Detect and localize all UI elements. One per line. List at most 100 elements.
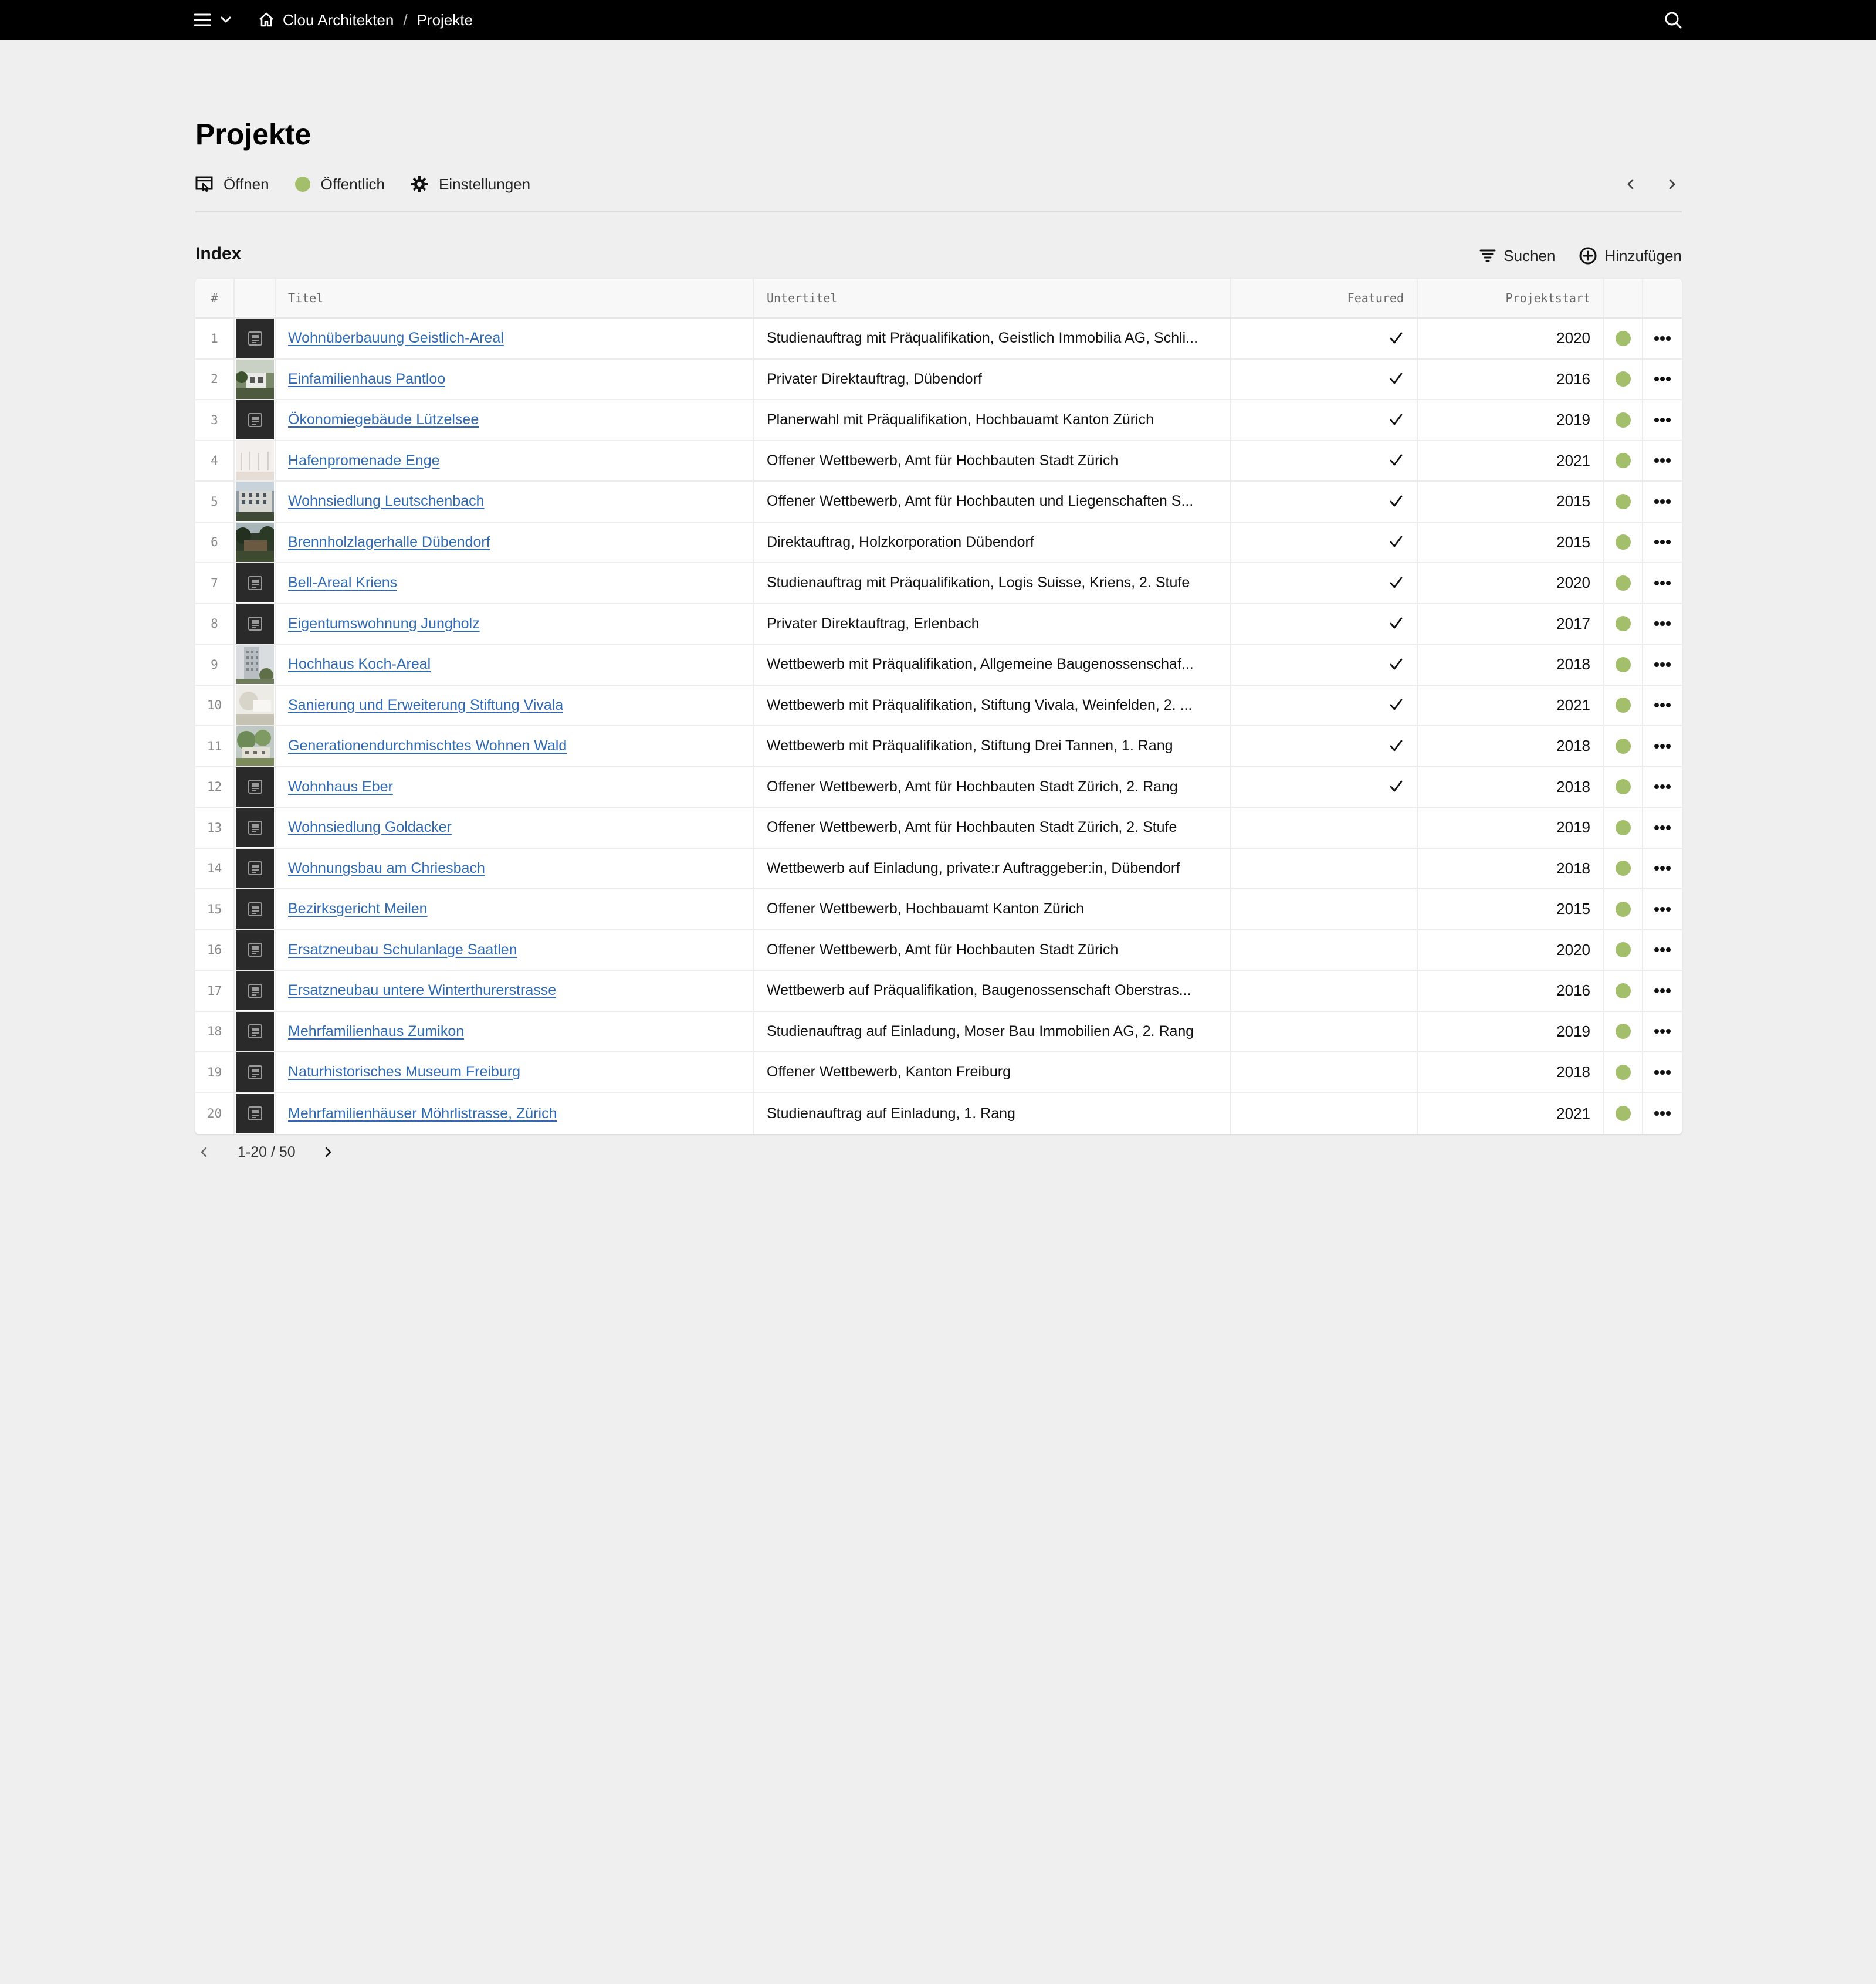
table-row[interactable]: 9 Hochhaus Koch-Areal Wettbewerb mit Präqu… [195, 645, 1682, 686]
row-title-link[interactable]: Ersatzneubau untere Winterthurerstrasse [288, 982, 556, 999]
row-thumbnail-cell[interactable] [235, 1093, 276, 1134]
add-button[interactable]: Hinzufügen [1579, 246, 1682, 265]
row-more-button[interactable] [1643, 319, 1682, 358]
row-title-link[interactable]: Wohnhaus Eber [288, 778, 393, 795]
pagination-next-button[interactable] [319, 1145, 337, 1159]
row-thumbnail-cell[interactable] [235, 848, 276, 888]
row-title-link[interactable]: Generationendurchmischtes Wohnen Wald [288, 737, 567, 754]
row-thumbnail-cell[interactable] [235, 482, 276, 522]
row-thumbnail-cell[interactable] [235, 1052, 276, 1092]
row-thumbnail-cell[interactable] [235, 726, 276, 766]
table-row[interactable]: 6 Brennholzlagerhalle Dübendorf Direktauft… [195, 522, 1682, 563]
row-more-button[interactable] [1643, 930, 1682, 970]
table-row[interactable]: 7 Bell-Areal Kriens Studienauftrag mit Prä… [195, 563, 1682, 604]
row-status[interactable] [1604, 930, 1643, 970]
row-more-button[interactable] [1643, 889, 1682, 929]
row-title-link[interactable]: Wohnsiedlung Leutschenbach [288, 493, 485, 510]
row-featured[interactable] [1231, 1093, 1418, 1134]
row-featured[interactable] [1231, 1052, 1418, 1092]
table-row[interactable]: 16 Ersatzneubau Schulanlage Saatlen Offene… [195, 930, 1682, 971]
row-status[interactable] [1604, 848, 1643, 888]
row-featured[interactable] [1231, 645, 1418, 685]
row-more-button[interactable] [1643, 1093, 1682, 1135]
row-title-link[interactable]: Mehrfamilienhaus Zumikon [288, 1023, 464, 1040]
row-featured[interactable] [1231, 400, 1418, 440]
table-row[interactable]: 2 Einfamilienhaus Pantloo Privater Direkta… [195, 359, 1682, 400]
row-status[interactable] [1604, 563, 1643, 603]
row-featured[interactable] [1231, 563, 1418, 603]
row-more-button[interactable] [1643, 604, 1682, 644]
row-status[interactable] [1604, 726, 1643, 766]
settings-button[interactable]: Einstellungen [411, 175, 530, 194]
row-more-button[interactable] [1643, 441, 1682, 481]
row-more-button[interactable] [1643, 808, 1682, 848]
row-more-button[interactable] [1643, 1012, 1682, 1052]
row-thumbnail-cell[interactable] [235, 685, 276, 725]
table-row[interactable]: 17 Ersatzneubau untere Winterthurerstrass… [195, 971, 1682, 1012]
row-title-link[interactable]: Hafenpromenade Enge [288, 452, 440, 469]
row-title-link[interactable]: Sanierung und Erweiterung Stiftung Vival… [288, 697, 563, 714]
row-status[interactable] [1604, 889, 1643, 929]
row-more-button[interactable] [1643, 360, 1682, 399]
row-status[interactable] [1604, 522, 1643, 562]
row-title-link[interactable]: Mehrfamilienhäuser Möhrlistrasse, Zürich [288, 1105, 557, 1122]
row-status[interactable] [1604, 1093, 1643, 1134]
row-featured[interactable] [1231, 359, 1418, 399]
row-featured[interactable] [1231, 441, 1418, 480]
row-title-link[interactable]: Bezirksgericht Meilen [288, 900, 428, 917]
row-more-button[interactable] [1643, 686, 1682, 726]
row-title-link[interactable]: Ökonomiegebäude Lützelsee [288, 411, 479, 428]
row-status[interactable] [1604, 319, 1643, 358]
table-row[interactable]: 14 Wohnungsbau am Chriesbach Wettbewerb au… [195, 848, 1682, 889]
search-button[interactable] [1664, 0, 1682, 40]
breadcrumb-current[interactable]: Projekte [417, 11, 473, 29]
row-thumbnail-cell[interactable] [235, 400, 276, 440]
row-more-button[interactable] [1643, 523, 1682, 563]
row-thumbnail-cell[interactable] [235, 930, 276, 970]
row-status[interactable] [1604, 685, 1643, 725]
row-featured[interactable] [1231, 767, 1418, 807]
table-row[interactable]: 18 Mehrfamilienhaus Zumikon Studienauftrag… [195, 1011, 1682, 1052]
row-title-link[interactable]: Wohnungsbau am Chriesbach [288, 860, 485, 877]
row-featured[interactable] [1231, 685, 1418, 725]
menu-toggle[interactable] [194, 0, 232, 40]
table-row[interactable]: 3 Ökonomiegebäude Lützelsee Planerwahl mit… [195, 400, 1682, 441]
row-title-link[interactable]: Einfamilienhaus Pantloo [288, 371, 445, 388]
row-featured[interactable] [1231, 808, 1418, 848]
prev-page-button[interactable] [1623, 170, 1639, 198]
row-thumbnail-cell[interactable] [235, 441, 276, 480]
row-status[interactable] [1604, 808, 1643, 848]
row-thumbnail-cell[interactable] [235, 971, 276, 1011]
row-thumbnail-cell[interactable] [235, 767, 276, 807]
row-title-link[interactable]: Eigentumswohnung Jungholz [288, 615, 480, 632]
row-title-link[interactable]: Wohnsiedlung Goldacker [288, 819, 452, 836]
row-thumbnail-cell[interactable] [235, 522, 276, 562]
table-row[interactable]: 15 Bezirksgericht Meilen Offener Wettbewer… [195, 889, 1682, 930]
row-thumbnail-cell[interactable] [235, 604, 276, 644]
table-row[interactable]: 4 Hafenpromenade Enge Offener Wettbewerb, … [195, 441, 1682, 482]
row-featured[interactable] [1231, 1011, 1418, 1051]
row-title-link[interactable]: Ersatzneubau Schulanlage Saatlen [288, 942, 517, 959]
row-more-button[interactable] [1643, 563, 1682, 603]
row-more-button[interactable] [1643, 726, 1682, 766]
table-row[interactable]: 5 Wohnsiedlung Leutschenbach Offener Wettb… [195, 482, 1682, 523]
row-featured[interactable] [1231, 726, 1418, 766]
row-status[interactable] [1604, 441, 1643, 480]
row-title-link[interactable]: Bell-Areal Kriens [288, 574, 397, 591]
row-thumbnail-cell[interactable] [235, 319, 276, 358]
row-thumbnail-cell[interactable] [235, 808, 276, 848]
table-row[interactable]: 12 Wohnhaus Eber Offener Wettbewerb, Amt f… [195, 767, 1682, 808]
next-page-button[interactable] [1664, 170, 1680, 198]
row-title-link[interactable]: Naturhistorisches Museum Freiburg [288, 1064, 520, 1081]
table-row[interactable]: 1 Wohnüberbauung Geistlich-Areal Studienau… [195, 319, 1682, 360]
row-featured[interactable] [1231, 522, 1418, 562]
row-status[interactable] [1604, 971, 1643, 1011]
table-row[interactable]: 11 Generationendurchmischtes Wohnen Wald W… [195, 726, 1682, 767]
table-row[interactable]: 10 Sanierung und Erweiterung Stiftung Viv… [195, 685, 1682, 726]
row-title-link[interactable]: Brennholzlagerhalle Dübendorf [288, 534, 490, 551]
row-thumbnail-cell[interactable] [235, 359, 276, 399]
row-thumbnail-cell[interactable] [235, 563, 276, 603]
row-status[interactable] [1604, 645, 1643, 685]
row-status[interactable] [1604, 359, 1643, 399]
status-button[interactable]: Öffentlich [294, 175, 385, 194]
